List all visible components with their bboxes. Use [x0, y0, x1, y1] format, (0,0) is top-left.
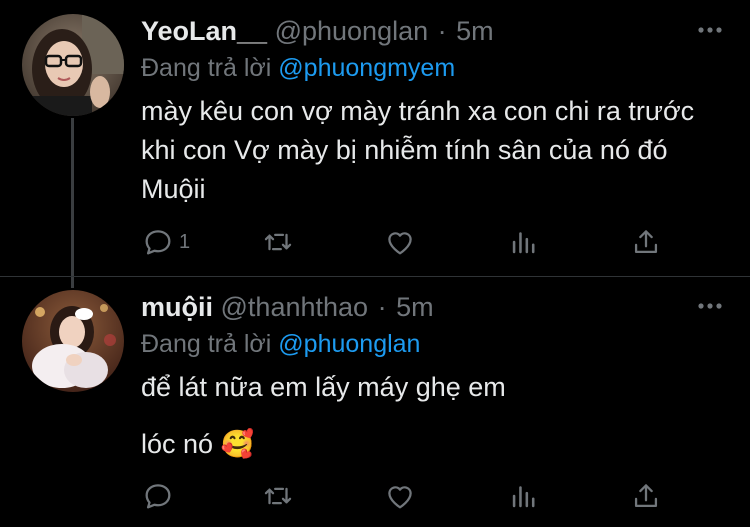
- analytics-icon: [512, 486, 535, 508]
- replying-to: Đang trả lời @phuonglan: [141, 328, 420, 360]
- like-button[interactable]: [383, 222, 417, 262]
- separator-dot: ·: [377, 292, 387, 322]
- timestamp[interactable]: 5m: [396, 292, 434, 322]
- tweet-text-line: để lát nữa em lấy máy ghẹ em: [141, 372, 506, 402]
- user-handle[interactable]: @thanhthao: [221, 292, 369, 322]
- share-button[interactable]: [629, 476, 663, 516]
- tweet-header: muộii @thanhthao · 5m: [141, 290, 434, 324]
- timestamp[interactable]: 5m: [456, 16, 494, 46]
- retweet-button[interactable]: [261, 476, 295, 516]
- separator-dot: ·: [437, 16, 447, 46]
- reply-button[interactable]: 1: [141, 222, 190, 262]
- tweet-text: để lát nữa em lấy máy ghẹ em lóc nó 🥰: [141, 368, 731, 482]
- tweet-actions: 1: [141, 222, 721, 262]
- avatar[interactable]: [22, 290, 124, 392]
- tweet-actions: [141, 476, 721, 516]
- avatar-image: [22, 290, 124, 392]
- display-name[interactable]: muộii: [141, 292, 213, 322]
- tweet-text-line: lóc nó 🥰: [141, 429, 255, 459]
- tweet-item[interactable]: YeoLan__ @phuonglan · 5m Đang trả lời @p…: [0, 0, 750, 276]
- heart-icon: [388, 486, 412, 509]
- share-icon: [634, 484, 658, 508]
- analytics-button[interactable]: [507, 476, 541, 516]
- reply-button[interactable]: [141, 476, 179, 516]
- retweet-icon: [264, 487, 292, 505]
- more-options-icon[interactable]: [696, 20, 724, 40]
- more-options-icon[interactable]: [696, 296, 724, 316]
- comment-icon: [145, 230, 171, 255]
- like-button[interactable]: [383, 476, 417, 516]
- replying-to-label: Đang trả lời: [141, 54, 272, 82]
- analytics-icon: [512, 232, 535, 254]
- tweet-item[interactable]: muộii @thanhthao · 5m Đang trả lời @phuo…: [0, 276, 750, 527]
- tweet-text: mày kêu con vợ mày tránh xa con chi ra t…: [141, 96, 695, 204]
- tweet-header: YeoLan__ @phuonglan · 5m: [141, 14, 494, 48]
- retweet-icon: [264, 233, 292, 251]
- share-icon: [634, 230, 658, 254]
- user-handle[interactable]: @phuonglan: [275, 16, 429, 46]
- avatar[interactable]: [22, 14, 124, 116]
- replying-to-user-link[interactable]: @phuonglan: [278, 330, 420, 358]
- replying-to-user-link[interactable]: @phuongmyem: [278, 54, 455, 82]
- replying-to-label: Đang trả lời: [141, 330, 272, 358]
- analytics-button[interactable]: [507, 222, 541, 262]
- share-button[interactable]: [629, 222, 663, 262]
- avatar-image: [22, 14, 124, 116]
- replying-to: Đang trả lời @phuongmyem: [141, 52, 455, 84]
- display-name[interactable]: YeoLan__: [141, 16, 267, 46]
- retweet-button[interactable]: [261, 222, 295, 262]
- comment-icon: [145, 484, 171, 509]
- reply-count: 1: [179, 231, 191, 253]
- heart-icon: [388, 232, 412, 255]
